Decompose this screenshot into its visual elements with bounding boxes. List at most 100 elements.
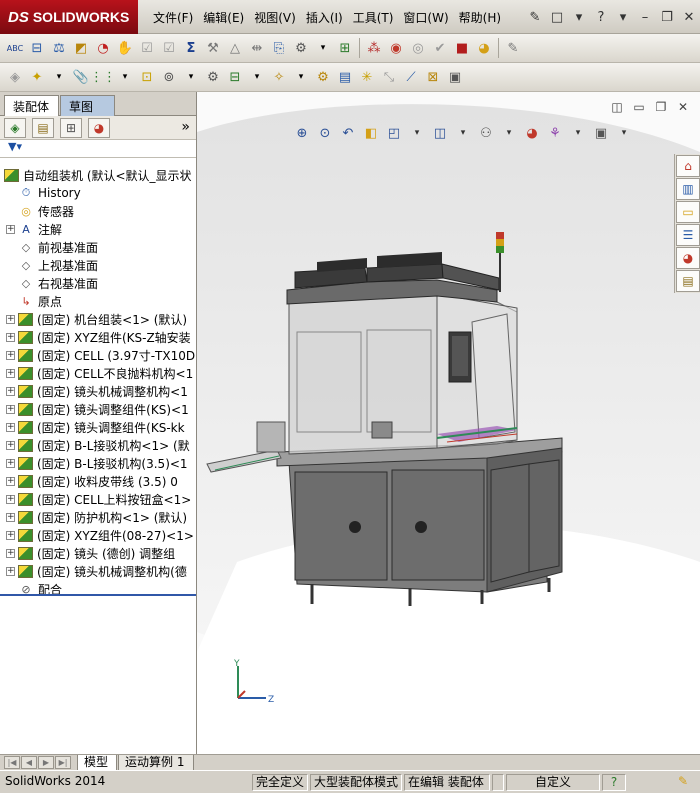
insert-component-icon[interactable]: ◈: [5, 67, 25, 87]
measure-icon[interactable]: ⊟: [27, 38, 47, 58]
expand-toggle-icon[interactable]: +: [6, 404, 15, 414]
view-palette-icon[interactable]: ☰: [676, 224, 700, 246]
display-manager-icon[interactable]: ◕: [88, 118, 110, 138]
spelling-icon[interactable]: ABC: [5, 38, 25, 58]
tree-item[interactable]: ↳ 原点: [6, 292, 62, 310]
appearances-icon[interactable]: ◕: [676, 247, 700, 269]
tree-item[interactable]: ◎ 传感器: [6, 202, 74, 220]
dropdown-icon[interactable]: ▾: [291, 67, 311, 87]
tag-icon[interactable]: ✎: [672, 774, 694, 791]
tree-component[interactable]: + (固定) 镜头机械调整机构(德: [6, 562, 187, 580]
expand-toggle-icon[interactable]: +: [6, 476, 15, 486]
zoom-to-fit-icon[interactable]: ⊕: [292, 124, 312, 142]
section-view-icon[interactable]: ◧: [361, 124, 381, 142]
tree-component[interactable]: + (固定) 镜头调整组件(KS)<1: [6, 400, 189, 418]
home-icon[interactable]: ⌂: [676, 155, 700, 177]
dropdown-icon[interactable]: ▾: [247, 67, 267, 87]
tab-model[interactable]: 模型: [77, 755, 117, 771]
next-tab-icon[interactable]: ▶: [38, 756, 54, 769]
macro-icon[interactable]: ⁂: [364, 38, 384, 58]
assembly-features-icon[interactable]: ⊟: [225, 67, 245, 87]
menu-edit[interactable]: 编辑(E): [198, 9, 249, 26]
undercut-icon[interactable]: ⇹: [247, 38, 267, 58]
linear-pattern-icon[interactable]: ⋮⋮: [90, 67, 116, 87]
minimize-icon[interactable]: ▭: [628, 100, 650, 114]
menu-insert[interactable]: 插入(I): [301, 9, 348, 26]
help-icon[interactable]: ?: [590, 10, 612, 25]
menu-tools[interactable]: 工具(T): [348, 9, 399, 26]
expand-toggle-icon[interactable]: +: [6, 368, 15, 378]
parting-line-icon[interactable]: ⎘: [269, 38, 289, 58]
menu-window[interactable]: 窗口(W): [398, 9, 453, 26]
expand-toggle-icon[interactable]: +: [6, 314, 15, 324]
display-style-icon[interactable]: ◫: [430, 124, 450, 142]
tree-component[interactable]: + (固定) 镜头 (德创) 调整组: [6, 544, 175, 562]
last-tab-icon[interactable]: ▶|: [55, 756, 71, 769]
clearance-verification-icon[interactable]: ⊠: [423, 67, 443, 87]
tile-icon[interactable]: ◫: [606, 100, 628, 114]
tree-item[interactable]: ◇ 上视基准面: [6, 256, 98, 274]
filter-bar[interactable]: ▼▾: [0, 140, 196, 158]
new-macro-icon[interactable]: ■: [452, 38, 472, 58]
expand-toggle-icon[interactable]: +: [6, 458, 15, 468]
apply-scene-icon[interactable]: ⚘: [545, 124, 565, 142]
tree-component[interactable]: + (固定) XYZ组件(08-27)<1>: [6, 526, 194, 544]
expand-toggle-icon[interactable]: +: [6, 530, 15, 540]
menu-view[interactable]: 视图(V): [249, 9, 301, 26]
bill-of-materials-icon[interactable]: ▤: [335, 67, 355, 87]
tree-component[interactable]: + (固定) 镜头调整组件(KS-kk: [6, 418, 185, 436]
prev-tab-icon[interactable]: ◀: [21, 756, 37, 769]
tree-item[interactable]: ◇ 右视基准面: [6, 274, 98, 292]
reference-geometry-icon[interactable]: ✧: [269, 67, 289, 87]
tree-item[interactable]: ◇ 前视基准面: [6, 238, 98, 256]
interference-icon[interactable]: ⚙: [291, 38, 311, 58]
hide-show-items-icon[interactable]: ⚇: [476, 124, 496, 142]
move-component-icon[interactable]: ⊚: [159, 67, 179, 87]
configuration-manager-icon[interactable]: ⊞: [60, 118, 82, 138]
dropdown-icon[interactable]: ▾: [568, 10, 590, 25]
interference-detection-icon[interactable]: ⟋: [401, 67, 421, 87]
exploded-view-icon[interactable]: ✳: [357, 67, 377, 87]
tree-component[interactable]: + (固定) 机台组装<1> (默认): [6, 310, 187, 328]
dropdown-icon[interactable]: ▾: [181, 67, 201, 87]
tree-item[interactable]: + A 注解: [6, 220, 62, 238]
statistics-icon[interactable]: ◔: [93, 38, 113, 58]
expand-toggle-icon[interactable]: +: [6, 224, 15, 234]
expand-toggle-icon[interactable]: +: [6, 566, 15, 576]
file-explorer-icon[interactable]: ▭: [676, 201, 700, 223]
pause-icon[interactable]: ✔: [430, 38, 450, 58]
feature-manager-icon[interactable]: ◈: [4, 118, 26, 138]
tree-item[interactable]: ⏱ History: [6, 184, 81, 202]
options-icon[interactable]: ✎: [503, 38, 523, 58]
explode-line-sketch-icon[interactable]: ⤡: [379, 67, 399, 87]
tree-component[interactable]: + (固定) 防护机构<1> (默认): [6, 508, 187, 526]
mate-icon[interactable]: 📎: [71, 67, 91, 87]
tree-component[interactable]: + (固定) CELL (3.97寸-TX10D: [6, 346, 195, 364]
filter-icon[interactable]: ▼▾: [8, 140, 22, 153]
equations-icon[interactable]: Σ: [181, 38, 201, 58]
view-orientation-icon[interactable]: ◰: [384, 124, 404, 142]
tree-component[interactable]: + (固定) B-L接驳机构(3.5)<1: [6, 454, 188, 472]
previous-view-icon[interactable]: ↶: [338, 124, 358, 142]
dropdown-icon[interactable]: ▾: [499, 124, 519, 142]
close-icon[interactable]: ✕: [672, 100, 694, 114]
deviation-analysis-icon[interactable]: ⚒: [203, 38, 223, 58]
tab-sketch[interactable]: 草图: [60, 95, 115, 116]
custom-properties-icon[interactable]: ▤: [676, 270, 700, 292]
menu-file[interactable]: 文件(F): [148, 9, 198, 26]
units-selector[interactable]: 自定义: [506, 774, 600, 791]
expand-toggle-icon[interactable]: +: [6, 494, 15, 504]
restore-icon[interactable]: ❐: [650, 100, 672, 114]
tree-component[interactable]: + (固定) XYZ组件(KS-Z轴安装: [6, 328, 191, 346]
compare-icon[interactable]: ⊞: [335, 38, 355, 58]
smart-fasteners-icon[interactable]: ⊡: [137, 67, 157, 87]
first-tab-icon[interactable]: |◀: [4, 756, 20, 769]
close-icon[interactable]: ✕: [678, 10, 700, 25]
tree-component[interactable]: + (固定) CELL上料按钮盒<1>: [6, 490, 191, 508]
check-icon[interactable]: ✋: [115, 38, 135, 58]
dropdown-icon[interactable]: ▾: [49, 67, 69, 87]
dropdown-icon[interactable]: ▾: [568, 124, 588, 142]
expand-panel-icon[interactable]: »: [181, 119, 190, 135]
show-hidden-icon[interactable]: ⚙: [203, 67, 223, 87]
geometry-analysis-icon[interactable]: ☑: [137, 38, 157, 58]
